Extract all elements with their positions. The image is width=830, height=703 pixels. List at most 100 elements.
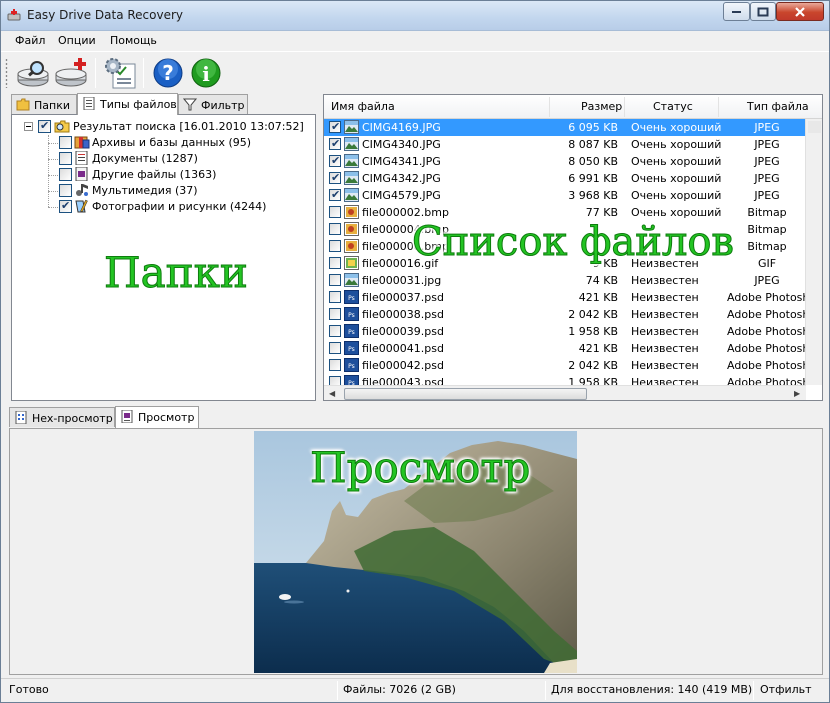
file-row-checkbox[interactable] [329,206,341,218]
search-disk-button[interactable] [15,56,51,90]
file-row-checkbox[interactable] [329,240,341,252]
scroll-left-icon[interactable]: ◀ [329,389,335,398]
column-divider[interactable] [549,97,550,117]
file-row-checkbox[interactable] [329,325,341,337]
file-name: CIMG4579.JPG [362,189,441,202]
tree-item-checkbox[interactable] [59,168,72,181]
file-row-checkbox[interactable] [329,154,341,167]
tab-hex-view-label: Hex-просмотр [32,412,113,425]
tab-file-types[interactable]: Типы файлов [77,93,178,115]
tree-item-archives[interactable]: Архивы и базы данных (95) [12,135,312,151]
menu-file[interactable]: Файл [15,34,45,47]
info-button[interactable]: i [189,56,225,90]
scroll-up-icon[interactable] [808,121,821,133]
collapse-toggle[interactable] [24,122,33,131]
tree-root[interactable]: Результат поиска [16.01.2010 13:07:52] [12,119,312,135]
svg-text:?: ? [162,61,174,85]
file-name: file000041.psd [362,342,444,355]
tab-filter[interactable]: Фильтр [178,94,248,114]
menu-help[interactable]: Помощь [110,34,157,47]
file-row[interactable]: Ps file000041.psd 421 KB Неизвестен Adobe Ph… [324,340,807,357]
vertical-scrollbar[interactable] [805,119,822,385]
file-row[interactable]: Ps file000042.psd 2 042 KB Неизвестен Adobe … [324,357,807,374]
tree-item-checkbox[interactable] [59,152,72,165]
document-icon [75,151,88,165]
file-row-checkbox[interactable] [329,359,341,371]
minimize-button[interactable] [723,2,750,21]
file-name: file000039.psd [362,325,444,338]
file-type: Bitmap [747,206,787,219]
file-row-checkbox[interactable] [329,120,341,133]
tab-folders-label: Папки [34,99,70,112]
tree-item-documents[interactable]: Документы (1287) [12,151,312,167]
app-icon [7,9,21,21]
tree-item-multimedia[interactable]: Мультимедия (37) [12,183,312,199]
file-row[interactable]: CIMG4169.JPG 6 095 KB Очень хороший JPEG [324,119,806,136]
settings-button[interactable] [103,56,139,90]
file-name: file000042.psd [362,359,444,372]
file-row[interactable]: Ps file000039.psd 1 958 KB Неизвестен Adobe … [324,323,807,340]
column-header-name[interactable]: Имя файла [331,100,395,113]
file-row-checkbox[interactable] [329,308,341,320]
close-button[interactable] [776,2,824,21]
help-button[interactable]: ? [151,56,187,90]
tab-preview[interactable]: Просмотр [115,406,199,428]
file-types-icon [82,96,96,111]
column-divider[interactable] [624,97,625,117]
file-name: file000038.psd [362,308,444,321]
tree-item-other-files[interactable]: Другие файлы (1363) [12,167,312,183]
recover-button[interactable] [53,56,89,90]
toolbar-grip[interactable] [5,58,8,88]
filter-icon [182,98,198,111]
tree-item-photos[interactable]: Фотографии и рисунки (4244) [12,199,312,215]
file-row-checkbox[interactable] [329,257,341,269]
file-row[interactable]: Ps file000038.psd 2 042 KB Неизвестен Adobe … [324,306,807,323]
file-name: file000031.jpg [362,274,442,287]
tab-folders[interactable]: Папки [11,94,77,114]
file-row-checkbox[interactable] [329,223,341,235]
file-row-checkbox[interactable] [329,342,341,354]
archive-icon [74,136,90,149]
tab-hex-view[interactable]: Hex-просмотр [9,407,115,427]
maximize-button[interactable] [750,2,776,21]
bmp-file-icon [344,222,359,236]
status-to-recover: Для восстановления: 140 (419 MB) [551,683,753,696]
scroll-right-icon[interactable]: ▶ [794,389,800,398]
file-row[interactable]: Ps file000037.psd 421 KB Неизвестен Adobe Ph… [324,289,807,306]
jpg-file-icon [344,137,359,151]
file-size: 1 958 KB [568,325,618,338]
recover-icon [55,58,87,87]
file-row[interactable]: CIMG4342.JPG 6 991 KB Очень хороший JPEG [324,170,806,187]
file-row-checkbox[interactable] [329,137,341,150]
file-status: Очень хороший [631,206,722,219]
app-window: Easy Drive Data Recovery Файл Опции Помо… [0,0,830,703]
file-row-checkbox[interactable] [329,274,341,286]
file-row-checkbox[interactable] [329,291,341,303]
file-status: Неизвестен [631,274,699,287]
file-row[interactable]: CIMG4340.JPG 8 087 KB Очень хороший JPEG [324,136,806,153]
toolbar: ? i [1,51,829,93]
gif-file-icon [344,256,359,270]
psd-file-icon: Ps [344,290,359,304]
file-row[interactable]: CIMG4579.JPG 3 968 KB Очень хороший JPEG [324,187,806,204]
file-size: 2 042 KB [568,308,618,321]
tree-item-checkbox[interactable] [59,136,72,149]
file-size: 6 991 KB [568,172,618,185]
tree-root-checkbox[interactable] [38,119,51,133]
column-header-size[interactable]: Размер [581,100,622,113]
file-status: Очень хороший [631,155,722,168]
jpg-file-icon [344,171,359,185]
file-row[interactable]: CIMG4341.JPG 8 050 KB Очень хороший JPEG [324,153,806,170]
menu-options[interactable]: Опции [58,34,96,47]
horizontal-scrollbar[interactable]: ◀ ▶ [324,385,806,400]
column-header-type[interactable]: Тип файла [747,100,809,113]
file-row-checkbox[interactable] [329,171,341,184]
file-name: file000002.bmp [362,206,449,219]
file-row[interactable]: file000031.jpg 74 KB Неизвестен JPEG [324,272,806,289]
horizontal-scroll-thumb[interactable] [344,388,587,400]
column-header-status[interactable]: Статус [653,100,693,113]
file-row-checkbox[interactable] [329,188,341,201]
tree-item-checkbox[interactable] [59,184,72,197]
tree-item-checkbox[interactable] [59,199,72,213]
column-divider[interactable] [718,97,719,117]
